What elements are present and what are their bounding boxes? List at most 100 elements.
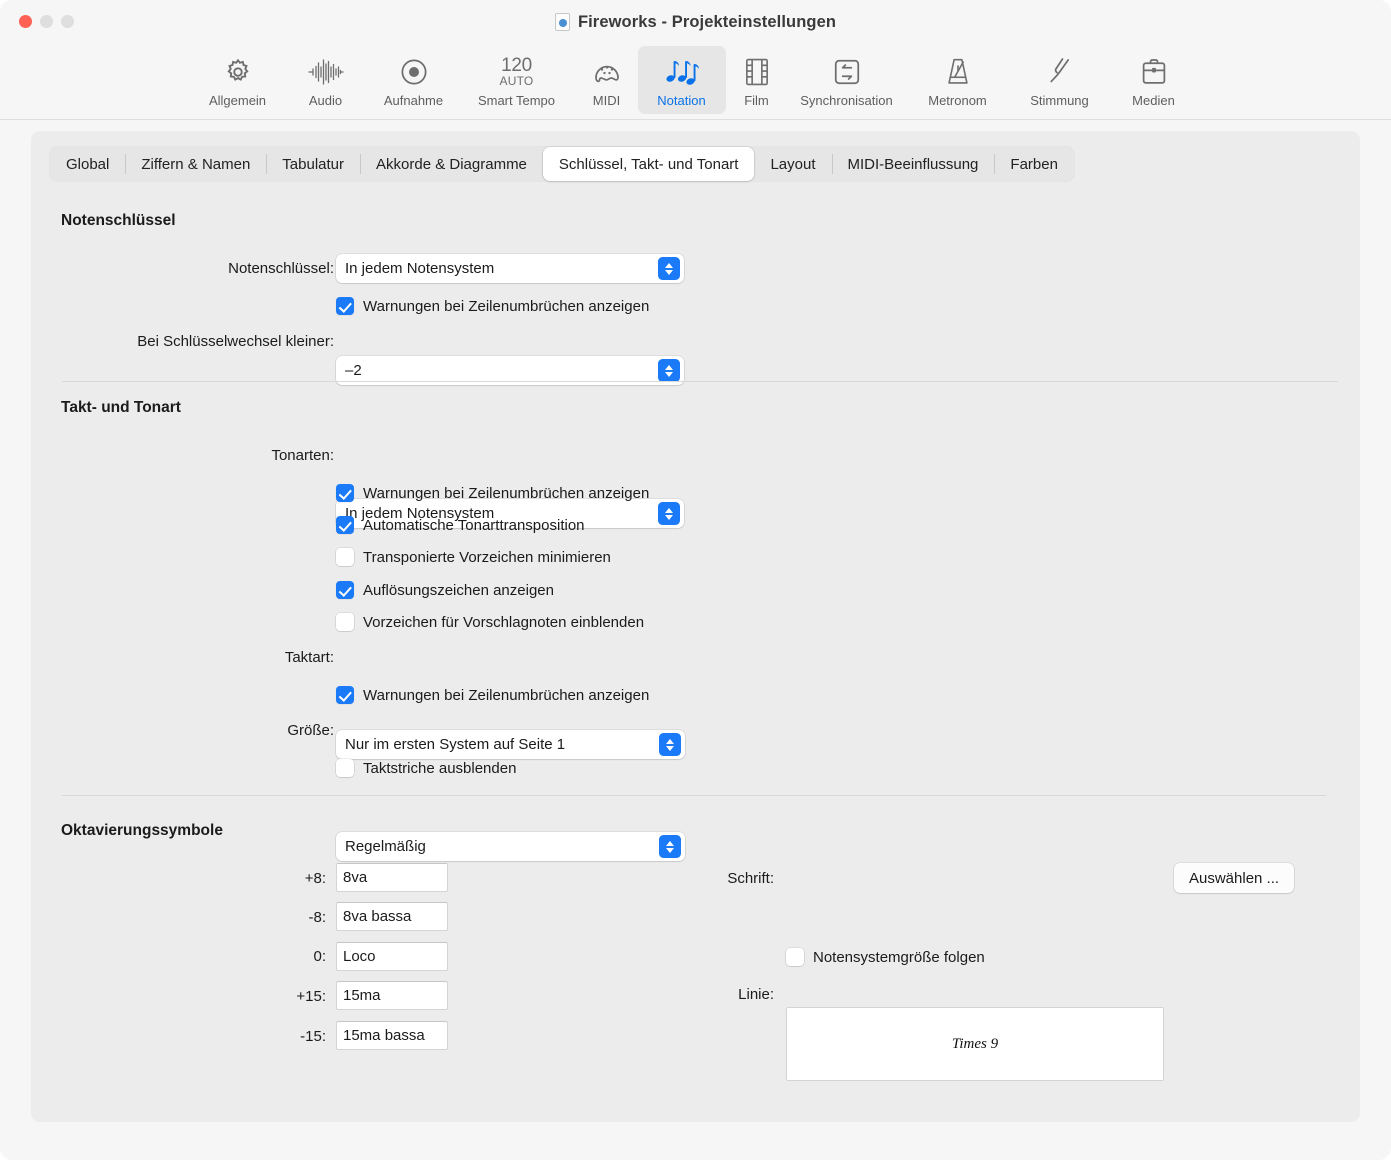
checkbox-warnungen-tonarten[interactable]: Warnungen bei Zeilenumbrüchen anzeigen bbox=[336, 484, 649, 502]
toolbar-item-film[interactable]: Film bbox=[726, 46, 788, 114]
tab-label: Tabulatur bbox=[282, 155, 345, 173]
input-value: Loco bbox=[343, 948, 376, 965]
tab-schluessel-takt-tonart[interactable]: Schlüssel, Takt- und Tonart bbox=[542, 147, 755, 181]
popup-value: Regelmäßig bbox=[345, 838, 426, 855]
checkbox-box bbox=[336, 613, 354, 631]
tab-midi-beeinflussung[interactable]: MIDI-Beeinflussung bbox=[831, 147, 995, 181]
toolbar-item-audio[interactable]: Audio bbox=[282, 46, 370, 114]
filmstrip-icon bbox=[743, 52, 771, 92]
checkbox-label: Transponierte Vorzeichen minimieren bbox=[363, 548, 611, 566]
input-value: 15ma bassa bbox=[343, 1027, 425, 1044]
tab-farben[interactable]: Farben bbox=[994, 147, 1074, 181]
font-preview-text: Times 9 bbox=[951, 1035, 999, 1052]
input-octave-minus8[interactable]: 8va bassa bbox=[336, 902, 448, 931]
checkbox-warnungen-notenschluessel[interactable]: Warnungen bei Zeilenumbrüchen anzeigen bbox=[336, 297, 649, 315]
tab-label: Ziffern & Namen bbox=[141, 155, 251, 173]
toolbar-label: Film bbox=[744, 93, 769, 108]
section-divider-2 bbox=[62, 795, 1326, 796]
tab-global[interactable]: Global bbox=[50, 147, 125, 181]
checkbox-label: Vorzeichen für Vorschlagnoten einblenden bbox=[363, 613, 645, 631]
input-value: 15ma bbox=[343, 987, 381, 1004]
tab-label: Layout bbox=[770, 155, 816, 173]
tab-label: Global bbox=[66, 155, 110, 173]
toolbar-item-midi[interactable]: MIDI bbox=[576, 46, 638, 114]
settings-toolbar: Allgemein Audio Aufnahme 120 AUTO Smart … bbox=[0, 44, 1391, 120]
toolbar-item-metronom[interactable]: Metronom bbox=[906, 46, 1010, 114]
checkbox-box bbox=[336, 484, 354, 502]
checkbox-notensystemgroesse-folgen[interactable]: Notensystemgröße folgen bbox=[786, 948, 985, 966]
checkbox-box bbox=[336, 297, 354, 315]
tempo-mode: AUTO bbox=[499, 73, 534, 88]
tab-label: Schlüssel, Takt- und Tonart bbox=[558, 155, 739, 173]
notes-icon bbox=[665, 52, 699, 92]
popup-value: In jedem Notensystem bbox=[345, 260, 495, 277]
checkbox-label: Automatische Tonarttransposition bbox=[363, 516, 585, 534]
tab-tabulatur[interactable]: Tabulatur bbox=[266, 147, 360, 181]
input-octave-plus15[interactable]: 15ma bbox=[336, 981, 448, 1010]
input-octave-plus8[interactable]: 8va bbox=[336, 863, 448, 892]
toolbar-item-aufnahme[interactable]: Aufnahme bbox=[370, 46, 458, 114]
toolbar-item-notation[interactable]: Notation bbox=[637, 46, 726, 114]
label-linie: Linie: bbox=[738, 986, 774, 1003]
toolbar-label: Stimmung bbox=[1030, 93, 1089, 108]
briefcase-icon bbox=[1140, 52, 1168, 92]
popup-taktart[interactable]: Nur im ersten System auf Seite 1 bbox=[336, 730, 685, 759]
tab-layout[interactable]: Layout bbox=[754, 147, 831, 181]
label-notenschluessel: Notenschlüssel: bbox=[228, 260, 334, 277]
input-value: 8va bassa bbox=[343, 908, 412, 925]
window-title-group: Fireworks - Projekteinstellungen bbox=[554, 13, 836, 32]
tab-label: Akkorde & Diagramme bbox=[376, 155, 527, 173]
label-octave-minus8: -8: bbox=[308, 909, 326, 926]
checkbox-box bbox=[336, 581, 354, 599]
checkbox-warnungen-taktart[interactable]: Warnungen bei Zeilenumbrüchen anzeigen bbox=[336, 686, 649, 704]
checkbox-automatische-tonarttransposition[interactable]: Automatische Tonarttransposition bbox=[336, 516, 585, 534]
label-taktart: Taktart: bbox=[284, 649, 334, 666]
checkbox-transponierte-vorzeichen-minimieren[interactable]: Transponierte Vorzeichen minimieren bbox=[336, 548, 611, 566]
toolbar-item-medien[interactable]: Medien bbox=[1110, 46, 1198, 114]
tab-akkorde-diagramme[interactable]: Akkorde & Diagramme bbox=[360, 147, 543, 181]
section-divider-1 bbox=[62, 381, 1338, 382]
tab-label: Farben bbox=[1010, 155, 1058, 173]
titlebar: Fireworks - Projekteinstellungen bbox=[0, 0, 1391, 44]
toolbar-item-smart-tempo[interactable]: 120 AUTO Smart Tempo bbox=[458, 46, 576, 114]
tab-ziffern-namen[interactable]: Ziffern & Namen bbox=[125, 147, 266, 181]
label-tonarten: Tonarten: bbox=[271, 447, 334, 464]
checkbox-label: Warnungen bei Zeilenumbrüchen anzeigen bbox=[363, 297, 650, 315]
document-icon bbox=[554, 13, 570, 31]
waveform-icon bbox=[307, 52, 345, 92]
input-value: 8va bbox=[343, 869, 368, 886]
label-octave-zero: 0: bbox=[313, 948, 326, 965]
toolbar-label: MIDI bbox=[592, 93, 621, 108]
toolbar-item-synchronisation[interactable]: Synchronisation bbox=[788, 46, 906, 114]
tempo-icon: 120 AUTO bbox=[500, 52, 534, 92]
toolbar-item-allgemein[interactable]: Allgemein bbox=[194, 46, 282, 114]
toolbar-item-stimmung[interactable]: Stimmung bbox=[1010, 46, 1110, 114]
input-octave-zero[interactable]: Loco bbox=[336, 942, 448, 971]
maximize-button[interactable] bbox=[61, 15, 74, 28]
popup-notenschluessel[interactable]: In jedem Notensystem bbox=[336, 254, 684, 283]
input-octave-minus15[interactable]: 15ma bassa bbox=[336, 1021, 448, 1050]
toolbar-label: Metronom bbox=[928, 93, 987, 108]
checkbox-box bbox=[786, 948, 804, 966]
checkbox-label: Notensystemgröße folgen bbox=[813, 948, 985, 966]
checkbox-box bbox=[336, 548, 354, 566]
sync-arrows-icon bbox=[832, 52, 862, 92]
gear-icon bbox=[223, 52, 253, 92]
chevron-up-down-icon bbox=[658, 359, 680, 382]
popup-groesse[interactable]: Regelmäßig bbox=[336, 832, 685, 861]
close-button[interactable] bbox=[19, 15, 32, 28]
tuning-fork-icon bbox=[1046, 52, 1074, 92]
checkbox-vorzeichen-vorschlagnoten[interactable]: Vorzeichen für Vorschlagnoten einblenden bbox=[336, 613, 644, 631]
minimize-button[interactable] bbox=[40, 15, 53, 28]
project-settings-window: Fireworks - Projekteinstellungen Allgeme… bbox=[0, 0, 1391, 1160]
tab-bar: Global Ziffern & Namen Tabulatur Akkorde… bbox=[50, 147, 1074, 181]
font-preview-box[interactable]: Times 9 bbox=[786, 1007, 1164, 1081]
checkbox-aufloesungszeichen-anzeigen[interactable]: Auflösungszeichen anzeigen bbox=[336, 581, 554, 599]
choose-font-button[interactable]: Auswählen ... bbox=[1174, 863, 1295, 893]
toolbar-label: Allgemein bbox=[208, 93, 267, 108]
chevron-up-down-icon bbox=[658, 257, 680, 280]
toolbar-label: Audio bbox=[308, 93, 343, 108]
window-controls bbox=[19, 15, 74, 28]
checkbox-taktstriche-ausblenden[interactable]: Taktstriche ausblenden bbox=[336, 759, 516, 777]
checkbox-label: Taktstriche ausblenden bbox=[363, 759, 517, 777]
